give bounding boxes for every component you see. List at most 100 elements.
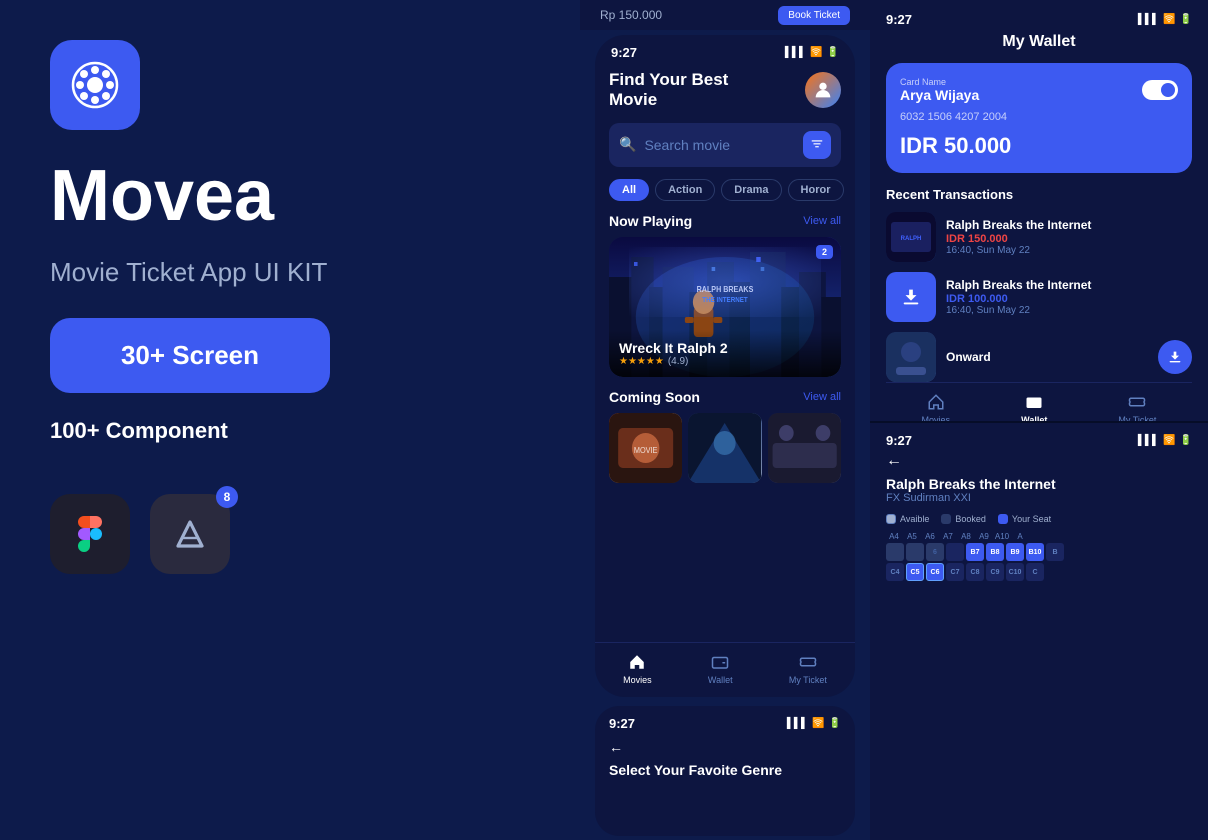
transaction-time-2: 16:40, Sun May 22 bbox=[946, 305, 1192, 316]
transaction-thumb-3 bbox=[886, 332, 936, 382]
seat-c-end[interactable]: C bbox=[1026, 563, 1044, 581]
transaction-title-1: Ralph Breaks the Internet bbox=[946, 218, 1192, 232]
transaction-amount-2: IDR 100.000 bbox=[946, 293, 1192, 305]
transaction-time-1: 16:40, Sun May 22 bbox=[946, 245, 1192, 256]
seat-legend: Avaible Booked Your Seat bbox=[886, 514, 1192, 524]
battery-icon-s: 🔋 bbox=[1180, 435, 1192, 446]
back-arrow-seat[interactable]: ← bbox=[886, 452, 1192, 470]
nav-ticket[interactable]: My Ticket bbox=[789, 651, 827, 685]
wallet-nav-wallet[interactable]: Wallet bbox=[1021, 391, 1047, 421]
nav-movies[interactable]: Movies bbox=[623, 651, 652, 685]
seat-b6[interactable]: 6 bbox=[926, 543, 944, 561]
genre-tab-drama[interactable]: Drama bbox=[721, 179, 781, 201]
seat-row-b: 6 B7 B8 B9 B10 B bbox=[886, 543, 1192, 561]
transaction-title-3: Onward bbox=[946, 350, 991, 364]
available-label: Avaible bbox=[900, 514, 929, 524]
movie-title: Wreck It Ralph 2 bbox=[619, 340, 831, 356]
seat-movie-title: Ralph Breaks the Internet bbox=[886, 476, 1192, 492]
user-avatar[interactable] bbox=[805, 72, 841, 108]
fab-download-btn[interactable] bbox=[1158, 340, 1192, 374]
select-genre-title: Select Your Favoite Genre bbox=[609, 762, 841, 779]
seat-c8[interactable]: C8 bbox=[966, 563, 984, 581]
transaction-title-2: Ralph Breaks the Internet bbox=[946, 278, 1192, 292]
phone-header: Find Your BestMovie bbox=[609, 70, 841, 111]
legend-available: Avaible bbox=[886, 514, 929, 524]
coming-card-1[interactable]: MOVIE bbox=[609, 413, 682, 483]
genre-tab-all[interactable]: All bbox=[609, 179, 649, 201]
ralph-thumb-art: RALPH bbox=[886, 212, 936, 262]
transaction-3-row: Onward bbox=[886, 332, 1192, 382]
tool-icons: 8 bbox=[50, 494, 530, 574]
genre-phone-status: ▌▌▌ 🛜 🔋 bbox=[787, 718, 841, 729]
legend-booked: Booked bbox=[941, 514, 986, 524]
recent-transactions-title: Recent Transactions bbox=[886, 187, 1192, 202]
movies-nav-label: Movies bbox=[623, 675, 652, 685]
genre-tab-action[interactable]: Action bbox=[655, 179, 715, 201]
status-time: 9:27 bbox=[611, 45, 637, 60]
wallet-toggle[interactable] bbox=[1142, 80, 1178, 100]
nav-wallet[interactable]: Wallet bbox=[708, 651, 733, 685]
search-icon: 🔍 bbox=[619, 136, 636, 153]
seat-b10[interactable]: B10 bbox=[1026, 543, 1044, 561]
seat-grid-container: A4 A5 A6 A7 A8 A9 A10 A 6 B7 B8 B9 B10 B bbox=[886, 532, 1192, 583]
seat-c4[interactable]: C4 bbox=[886, 563, 904, 581]
battery-icon-2: 🔋 bbox=[829, 718, 841, 729]
filter-button[interactable] bbox=[803, 131, 831, 159]
transaction-1[interactable]: RALPH Ralph Breaks the Internet IDR 150.… bbox=[886, 212, 1192, 262]
seat-b8[interactable]: B8 bbox=[986, 543, 1004, 561]
wallet-time: 9:27 bbox=[886, 12, 912, 27]
seat-b7[interactable] bbox=[946, 543, 964, 561]
avatar-icon bbox=[812, 79, 834, 101]
seat-b4[interactable] bbox=[886, 543, 904, 561]
view-all-coming-soon[interactable]: View all bbox=[803, 391, 841, 403]
brand-name: Movea bbox=[50, 160, 530, 232]
transaction-amount-1: IDR 150.000 bbox=[946, 233, 1192, 245]
search-placeholder: Search movie bbox=[644, 137, 795, 153]
partial-book-btn[interactable]: Book Ticket bbox=[778, 6, 850, 25]
ui8-logo bbox=[170, 514, 210, 554]
figma-icon[interactable] bbox=[50, 494, 130, 574]
filter-icon bbox=[810, 138, 824, 152]
seat-c10[interactable]: C10 bbox=[1006, 563, 1024, 581]
search-bar[interactable]: 🔍 Search movie bbox=[609, 123, 841, 167]
ticket-nav-label: My Ticket bbox=[789, 675, 827, 685]
wallet-nav-wallet-icon bbox=[1023, 391, 1045, 413]
wallet-status-icons: ▌▌▌ 🛜 🔋 bbox=[1138, 14, 1192, 25]
phone-status-bar: 9:27 ▌▌▌ 🛜 🔋 bbox=[595, 35, 855, 65]
seat-status-bar: 9:27 ▌▌▌ 🛜 🔋 bbox=[886, 431, 1192, 452]
brand-subtitle: Movie Ticket App UI KIT bbox=[50, 257, 530, 288]
seat-c6[interactable]: C6 bbox=[926, 563, 944, 581]
phone-main: 9:27 ▌▌▌ 🛜 🔋 Find Your BestMovie bbox=[595, 35, 855, 697]
wallet-nav-ticket-icon bbox=[1126, 391, 1148, 413]
transaction-2[interactable]: Ralph Breaks the Internet IDR 100.000 16… bbox=[886, 272, 1192, 322]
back-arrow-genre[interactable]: ← bbox=[609, 739, 623, 756]
wallet-nav-movies[interactable]: Movies bbox=[922, 391, 951, 421]
featured-movie-card[interactable]: RALPH BREAKS THE INTERNET 2 Wreck It Ral… bbox=[609, 237, 841, 377]
seat-c9[interactable]: C9 bbox=[986, 563, 1004, 581]
coming-card-3[interactable] bbox=[768, 413, 841, 483]
seat-c5[interactable]: C5 bbox=[906, 563, 924, 581]
transaction-thumb-1: RALPH bbox=[886, 212, 936, 262]
coming-card-2[interactable] bbox=[688, 413, 761, 483]
partial-price: Rp 150.000 bbox=[600, 8, 662, 22]
seat-b5[interactable] bbox=[906, 543, 924, 561]
your-seat-label: Your Seat bbox=[1012, 514, 1051, 524]
now-playing-label: Now Playing bbox=[609, 213, 692, 229]
component-label: 100+ Component bbox=[50, 418, 530, 444]
seat-b-end[interactable]: B bbox=[1046, 543, 1064, 561]
screens-button[interactable]: 30+ Screen bbox=[50, 318, 330, 393]
toggle-knob bbox=[1161, 83, 1175, 97]
seat-b9[interactable]: B9 bbox=[1006, 543, 1024, 561]
wallet-nav-ticket[interactable]: My Ticket bbox=[1118, 391, 1156, 421]
ui8-icon[interactable]: 8 bbox=[150, 494, 230, 574]
genre-tab-horor[interactable]: Horor bbox=[788, 179, 844, 201]
seat-time: 9:27 bbox=[886, 433, 912, 448]
row-label-a8: A8 bbox=[958, 532, 974, 541]
seat-c7[interactable]: C7 bbox=[946, 563, 964, 581]
status-icons: ▌▌▌ 🛜 🔋 bbox=[785, 47, 839, 58]
view-all-now-playing[interactable]: View all bbox=[803, 215, 841, 227]
seat-b7-sel[interactable]: B7 bbox=[966, 543, 984, 561]
transaction-thumb-2 bbox=[886, 272, 936, 322]
now-playing-header: Now Playing View all bbox=[609, 213, 841, 229]
row-label-a10: A10 bbox=[994, 532, 1010, 541]
